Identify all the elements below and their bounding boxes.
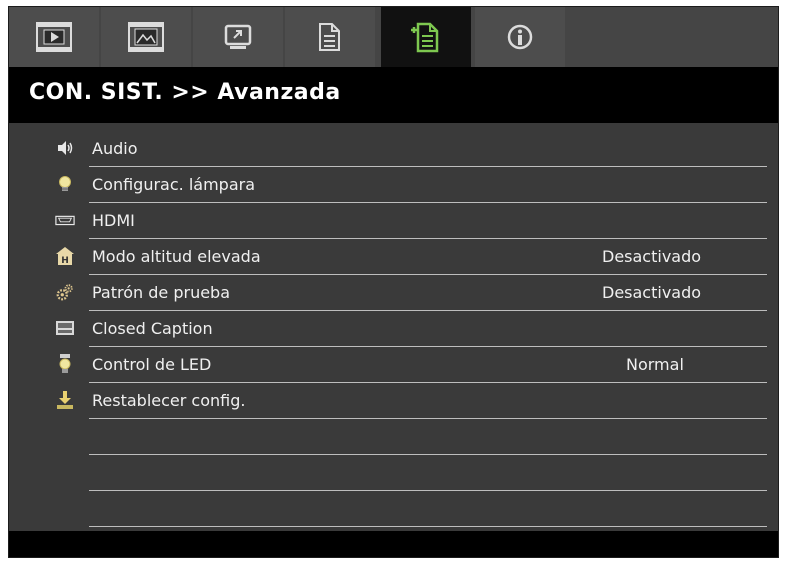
tab-display[interactable] — [101, 7, 191, 67]
svg-text:H: H — [61, 256, 69, 266]
tab-settings[interactable] — [285, 7, 375, 67]
menu-item-label: Control de LED — [92, 355, 212, 374]
tab-info[interactable] — [475, 7, 565, 67]
menu-item-label: Modo altitud elevada — [92, 247, 261, 266]
menu-item-value: Desactivado — [602, 283, 702, 302]
menu-item-empty — [89, 419, 767, 455]
menu-item-label: Configurac. lámpara — [92, 175, 256, 194]
high-altitude-icon: H — [55, 246, 75, 266]
menu-item-label: HDMI — [92, 211, 135, 230]
lamp-icon — [55, 174, 75, 194]
menu-item-hdmi[interactable]: HDMI — [55, 203, 767, 239]
menu-item-led-control[interactable]: Control de LED Normal — [59, 347, 767, 383]
screen-setup-icon — [224, 24, 252, 49]
menu-item-closed-caption[interactable]: Closed Caption — [56, 311, 767, 347]
breadcrumb-header: CON. SIST. >> Avanzada — [9, 67, 778, 123]
hdmi-icon — [55, 210, 75, 230]
speaker-icon — [55, 138, 75, 158]
menu-item-lamp-settings[interactable]: Configurac. lámpara — [59, 167, 767, 203]
document-settings-icon — [319, 23, 340, 51]
tab-bar — [9, 7, 778, 67]
reset-download-icon — [55, 390, 75, 410]
menu-item-empty — [89, 455, 767, 491]
menu-item-label: Closed Caption — [92, 319, 213, 338]
film-display-icon — [128, 22, 164, 52]
tab-system[interactable] — [381, 7, 471, 67]
led-icon — [55, 354, 75, 374]
tab-image[interactable] — [9, 7, 99, 67]
footer-bar — [9, 531, 778, 557]
menu-item-audio[interactable]: Audio — [58, 131, 767, 167]
menu-item-high-altitude[interactable]: H Modo altitud elevada Desactivado — [56, 239, 767, 275]
play-image-icon — [36, 22, 72, 52]
tab-setup[interactable] — [193, 7, 283, 67]
menu-item-label: Audio — [92, 139, 138, 158]
menu-item-label: Patrón de prueba — [92, 283, 231, 302]
page-title: CON. SIST. >> Avanzada — [29, 80, 341, 105]
closed-caption-icon — [55, 318, 75, 338]
menu-item-empty — [89, 491, 767, 527]
system-options-icon — [411, 22, 439, 53]
gears-icon — [55, 282, 75, 302]
osd-window: CON. SIST. >> Avanzada Audio Configurac.… — [8, 6, 779, 558]
menu-item-label: Restablecer config. — [92, 391, 246, 410]
menu-item-reset-settings[interactable]: Restablecer config. — [57, 383, 767, 419]
settings-menu: Audio Configurac. lámpara HDMI H Modo al… — [9, 123, 778, 531]
menu-item-value: Normal — [626, 355, 684, 374]
menu-item-test-pattern[interactable]: Patrón de prueba Desactivado — [56, 275, 767, 311]
info-icon — [507, 24, 533, 50]
menu-item-value: Desactivado — [602, 247, 702, 266]
